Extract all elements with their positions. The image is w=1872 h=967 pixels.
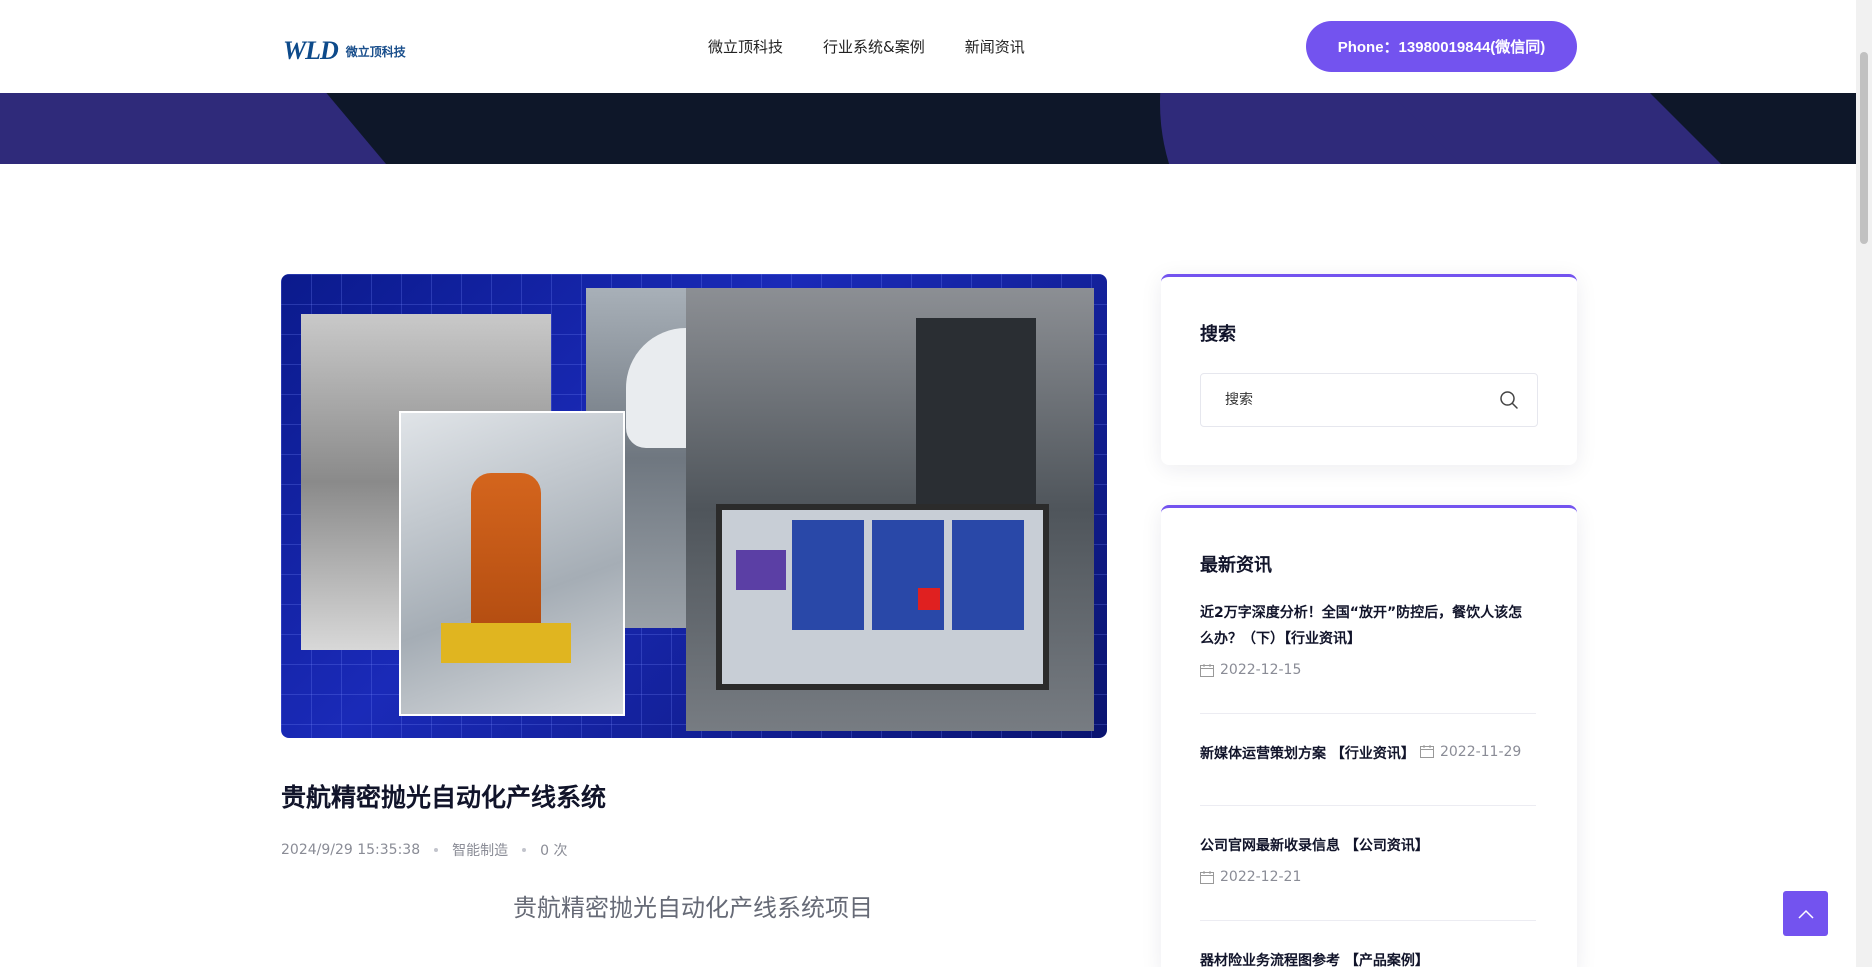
page-banner [0, 93, 1856, 164]
back-to-top-button[interactable] [1783, 891, 1828, 936]
news-item[interactable]: 公司官网最新收录信息 【公司资讯】 2022-12-21 [1200, 833, 1536, 888]
search-widget-title: 搜索 [1200, 324, 1236, 345]
search-icon[interactable] [1499, 390, 1519, 410]
news-item-title[interactable]: 近2万字深度分析！全国“放开”防控后，餐饮人该怎么办？（下）【行业资讯】 [1200, 600, 1536, 652]
news-item-title[interactable]: 公司官网最新收录信息 【公司资讯】 [1200, 833, 1536, 859]
scrollbar-thumb[interactable] [1860, 52, 1868, 244]
article-title: 贵航精密抛光自动化产线系统 [281, 783, 607, 812]
article-datetime: 2024/9/29 15:35:38 [281, 842, 421, 858]
logo-text: 微立顶科技 [345, 44, 406, 59]
site-header: WLD 微立顶科技 微立顶科技 行业系统&案例 新闻资讯 Phone：13980… [0, 0, 1856, 93]
chevron-up-icon [1797, 909, 1814, 919]
news-item-date: 2022-11-29 [1419, 743, 1522, 760]
logo[interactable]: WLD 微立顶科技 [283, 36, 406, 66]
article-category[interactable]: 智能制造 [452, 840, 508, 860]
news-date-text: 2022-12-21 [1220, 869, 1302, 885]
nav-item-news[interactable]: 新闻资讯 [965, 36, 1025, 57]
photo-orange-robot [399, 411, 625, 716]
news-item[interactable]: 器材险业务流程图参考 【产品案例】 [1200, 948, 1536, 967]
news-date-text: 2022-11-29 [1439, 743, 1522, 760]
news-item-date: 2022-12-21 [1200, 869, 1301, 885]
news-divider [1200, 920, 1536, 921]
news-item[interactable]: 近2万字深度分析！全国“放开”防控后，餐饮人该怎么办？（下）【行业资讯】 202… [1200, 600, 1536, 681]
page-scrollbar[interactable] [1856, 0, 1872, 967]
photo-control-screen [716, 504, 1049, 690]
news-date-text: 2022-12-15 [1220, 662, 1302, 678]
article-meta: 2024/9/29 15:35:38 智能制造 0 次 [281, 840, 567, 860]
phone-button[interactable]: Phone：13980019844(微信同) [1306, 21, 1577, 72]
news-item-title[interactable]: 器材险业务流程图参考 【产品案例】 [1200, 948, 1536, 967]
search-widget: 搜索 [1161, 274, 1577, 465]
calendar-icon [1200, 663, 1214, 677]
logo-mark: WLD [283, 36, 339, 65]
article-views: 0 次 [540, 843, 568, 859]
calendar-icon [1419, 745, 1434, 758]
main-nav: 微立顶科技 行业系统&案例 新闻资讯 [708, 36, 1025, 57]
nav-item-cases[interactable]: 行业系统&案例 [823, 36, 925, 57]
banner-shape-left [0, 93, 428, 164]
search-box [1200, 373, 1538, 427]
latest-news-widget: 最新资讯 近2万字深度分析！全国“放开”防控后，餐饮人该怎么办？（下）【行业资讯… [1161, 505, 1577, 967]
news-divider [1200, 805, 1536, 806]
search-input[interactable] [1201, 374, 1491, 426]
news-item-title[interactable]: 新媒体运营策划方案 【行业资讯】 [1200, 746, 1415, 762]
latest-news-title: 最新资讯 [1200, 555, 1272, 576]
article-subtitle: 贵航精密抛光自动化产线系统项目 [513, 894, 873, 922]
calendar-icon [1200, 870, 1214, 884]
news-item[interactable]: 新媒体运营策划方案 【行业资讯】 2022-11-29 [1200, 741, 1536, 767]
meta-separator [434, 848, 439, 852]
meta-separator [522, 848, 527, 852]
article-image [281, 274, 1107, 738]
nav-item-company[interactable]: 微立顶科技 [708, 36, 783, 57]
news-item-date: 2022-12-15 [1200, 662, 1301, 678]
news-divider [1200, 713, 1536, 714]
